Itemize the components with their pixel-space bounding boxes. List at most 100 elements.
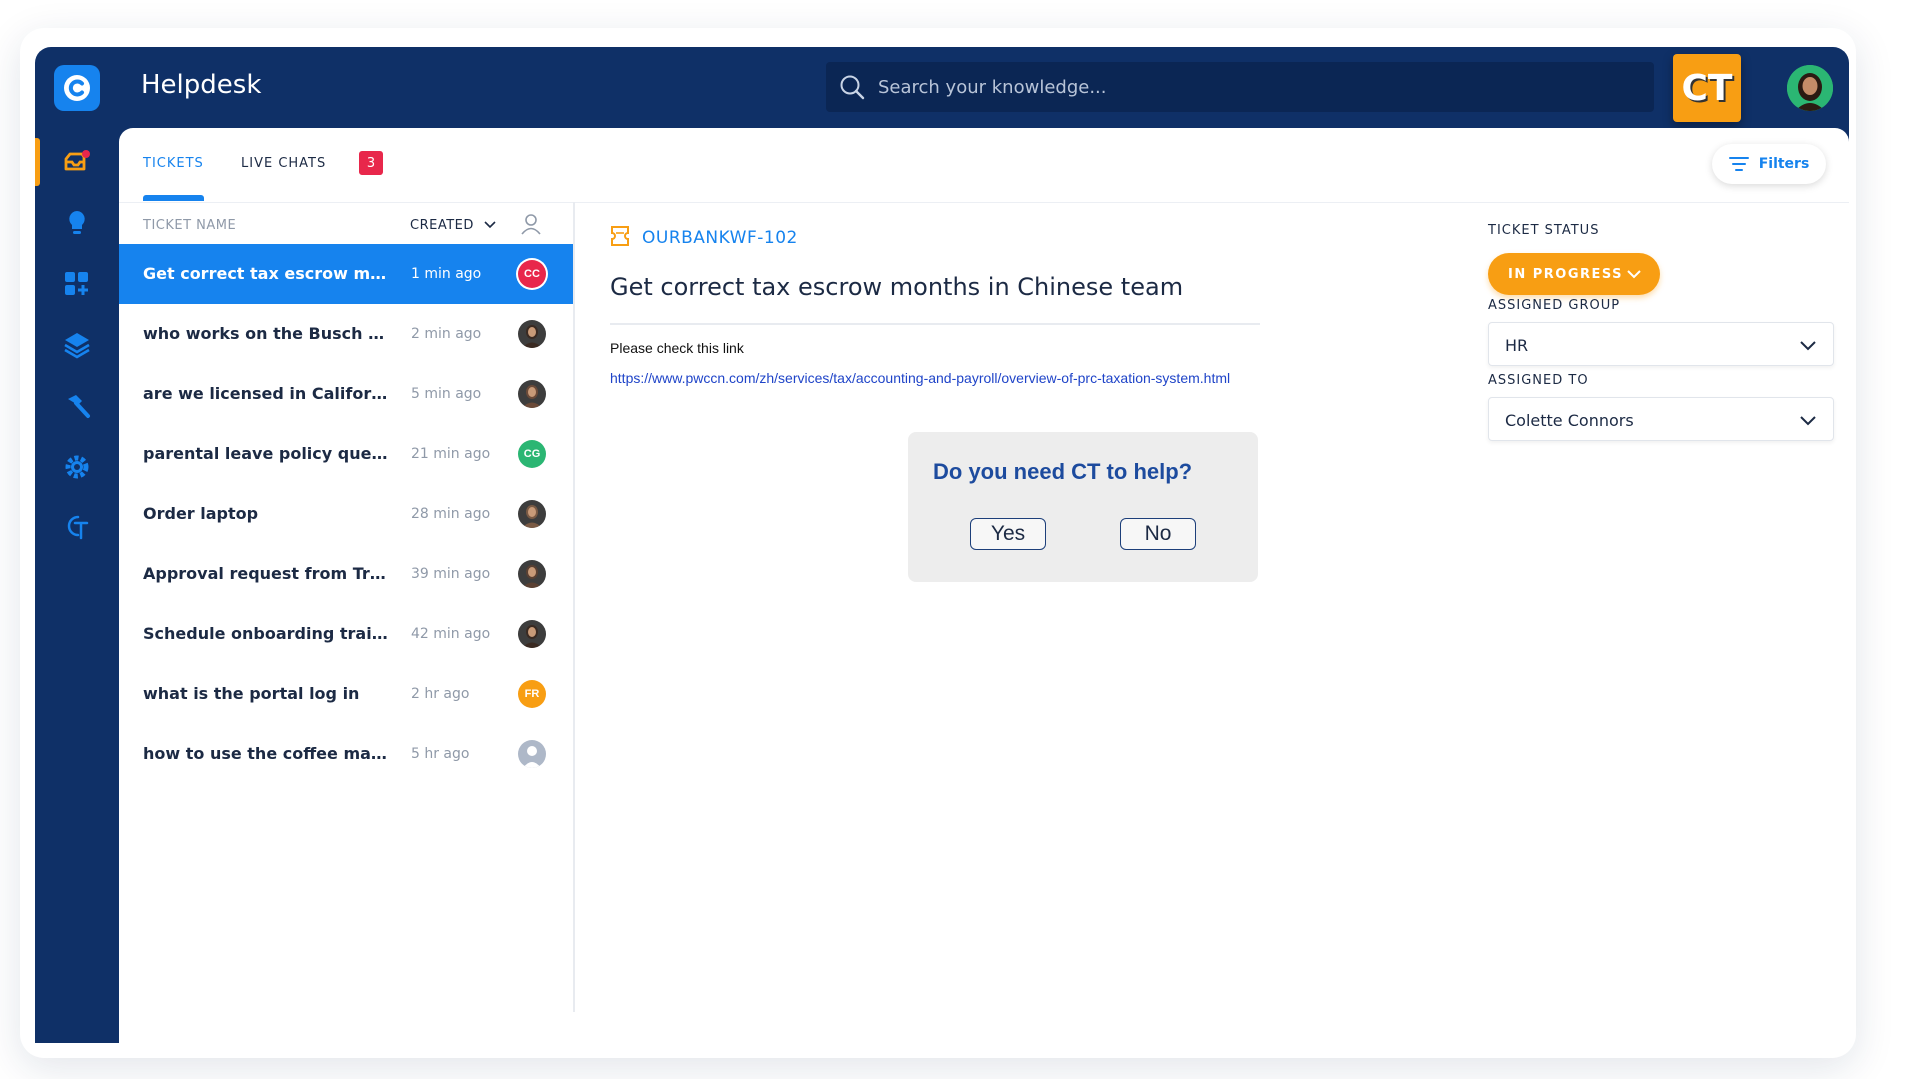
- ticket-row[interactable]: are we licensed in California? 5 min ago: [119, 364, 573, 424]
- detail-divider: [610, 323, 1260, 325]
- ticket-row-time: 2 min ago: [411, 326, 482, 342]
- ticket-row[interactable]: how to use the coffee maker 5 hr ago: [119, 724, 573, 784]
- assignee-filter-icon[interactable]: [519, 212, 543, 236]
- sidebar-item-knowledge[interactable]: [58, 204, 96, 242]
- ticket-row[interactable]: Order laptop 28 min ago: [119, 484, 573, 544]
- sidebar-bottom: [35, 1003, 119, 1043]
- inbox-icon: [64, 150, 90, 171]
- app-title: Helpdesk: [141, 70, 262, 100]
- active-tab-underline: [143, 195, 204, 201]
- chevron-down-icon: [1800, 341, 1816, 351]
- ticket-row-title: Order laptop: [143, 504, 259, 523]
- ct-help-prompt: Do you need CT to help? Yes No: [908, 432, 1258, 582]
- ticket-row-time: 28 min ago: [411, 506, 491, 522]
- ticket-title: Get correct tax escrow months in Chinese…: [610, 273, 1184, 301]
- sidebar-item-layers[interactable]: [58, 326, 96, 364]
- ticket-row-title: who works on the Busch project: [143, 324, 393, 343]
- app-logo[interactable]: [54, 65, 100, 111]
- hammer-icon: [68, 395, 90, 418]
- column-header-ticket-name: TICKET NAME: [143, 218, 237, 233]
- ticket-row-time: 39 min ago: [411, 566, 491, 582]
- ticket-row-time: 21 min ago: [411, 446, 491, 462]
- apps-add-icon: [65, 272, 88, 295]
- ticket-row[interactable]: what is the portal log in 2 hr ago FR: [119, 664, 573, 724]
- no-button[interactable]: No: [1120, 518, 1196, 550]
- chevron-down-icon: [1627, 270, 1641, 279]
- person-photo-icon: [518, 380, 546, 408]
- ticket-row-title: are we licensed in California?: [143, 384, 393, 403]
- ticket-assignee-avatar: [518, 560, 546, 588]
- ticket-assignee-avatar: [518, 740, 546, 768]
- lightbulb-icon: [69, 211, 85, 234]
- ticket-assignee-avatar: [518, 500, 546, 528]
- sidebar-item-apps[interactable]: [58, 265, 96, 303]
- search-icon: [840, 75, 865, 100]
- assigned-group-label: ASSIGNED GROUP: [1488, 298, 1621, 313]
- sidebar-active-indicator: [35, 138, 40, 186]
- ticket-assignee-avatar: FR: [518, 680, 546, 708]
- ticket-assignee-avatar: CG: [518, 440, 546, 468]
- ticket-row-time: 2 hr ago: [411, 686, 470, 702]
- avatar-initials: CC: [524, 268, 540, 280]
- person-photo-icon: [518, 620, 546, 648]
- ct-assistant-button[interactable]: CT: [1673, 54, 1741, 122]
- user-avatar[interactable]: [1787, 65, 1833, 111]
- ticket-row[interactable]: Get correct tax escrow months 1 min ago CC: [119, 244, 573, 304]
- ticket-row-title: how to use the coffee maker: [143, 744, 393, 763]
- ticket-status-label: TICKET STATUS: [1488, 223, 1600, 238]
- ticket-assignee-avatar: [518, 620, 546, 648]
- filters-button[interactable]: Filters: [1712, 144, 1826, 184]
- chevron-down-icon: [1800, 416, 1816, 426]
- ticket-assignee-avatar: CC: [518, 260, 546, 288]
- ticket-icon: [611, 226, 629, 246]
- ticket-list-header: TICKET NAME CREATED: [119, 202, 573, 244]
- ticket-row[interactable]: Approval request from Tracy 39 min ago: [119, 544, 573, 604]
- ticket-assignee-avatar: [518, 320, 546, 348]
- gear-icon: [65, 455, 89, 479]
- sidebar-item-settings[interactable]: [58, 448, 96, 486]
- ct-logo-icon: [67, 515, 89, 540]
- assigned-to-select[interactable]: Colette Connors: [1488, 397, 1834, 441]
- tab-live-chats[interactable]: LIVE CHATS: [241, 156, 326, 171]
- user-photo-icon: [1787, 65, 1833, 111]
- live-chats-count-badge: 3: [359, 151, 383, 175]
- ticket-row[interactable]: parental leave policy question 21 min ago…: [119, 424, 573, 484]
- ticket-row-time: 1 min ago: [411, 266, 482, 282]
- ticket-row-time: 5 hr ago: [411, 746, 470, 762]
- assigned-group-select[interactable]: HR: [1488, 322, 1834, 366]
- person-photo-icon: [518, 500, 546, 528]
- yes-button[interactable]: Yes: [970, 518, 1046, 550]
- ticket-row-title: parental leave policy question: [143, 444, 393, 463]
- assigned-to-value: Colette Connors: [1505, 411, 1634, 430]
- avatar-initials: CG: [523, 448, 541, 460]
- assigned-group-value: HR: [1505, 336, 1529, 355]
- ticket-row[interactable]: who works on the Busch project 2 min ago: [119, 304, 573, 364]
- ticket-row-time: 42 min ago: [411, 626, 491, 642]
- filter-icon: [1728, 157, 1749, 171]
- ticket-link[interactable]: https://www.pwccn.com/zh/services/tax/ac…: [610, 370, 1230, 386]
- ticket-row-title: Schedule onboarding training: [143, 624, 393, 643]
- search-bar[interactable]: [826, 62, 1654, 112]
- sort-created-button[interactable]: CREATED: [410, 218, 474, 233]
- ticket-row-title: Get correct tax escrow months: [143, 264, 393, 283]
- assigned-to-label: ASSIGNED TO: [1488, 373, 1589, 388]
- chevron-down-icon[interactable]: [483, 218, 497, 232]
- ticket-row-time: 5 min ago: [411, 386, 482, 402]
- ticket-row-title: Approval request from Tracy: [143, 564, 393, 583]
- ticket-row[interactable]: Schedule onboarding training 42 min ago: [119, 604, 573, 664]
- ticket-row-title: what is the portal log in: [143, 684, 360, 703]
- logo-c-icon: [64, 75, 90, 101]
- search-input[interactable]: [878, 76, 1638, 98]
- sidebar-item-tools[interactable]: [58, 387, 96, 425]
- ticket-assignee-avatar: [518, 380, 546, 408]
- person-photo-icon: [518, 320, 546, 348]
- sidebar-item-tickets[interactable]: [58, 143, 96, 181]
- sidebar-item-ct[interactable]: [58, 507, 96, 545]
- ticket-status-dropdown[interactable]: IN PROGRESS: [1488, 253, 1660, 295]
- ticket-status-value: IN PROGRESS: [1508, 266, 1624, 282]
- avatar-initials: FR: [524, 688, 540, 700]
- column-divider: [573, 202, 575, 1012]
- ticket-id: OURBANKWF-102: [642, 228, 798, 248]
- tab-tickets[interactable]: TICKETS: [143, 156, 204, 171]
- ticket-message: Please check this link: [610, 340, 744, 356]
